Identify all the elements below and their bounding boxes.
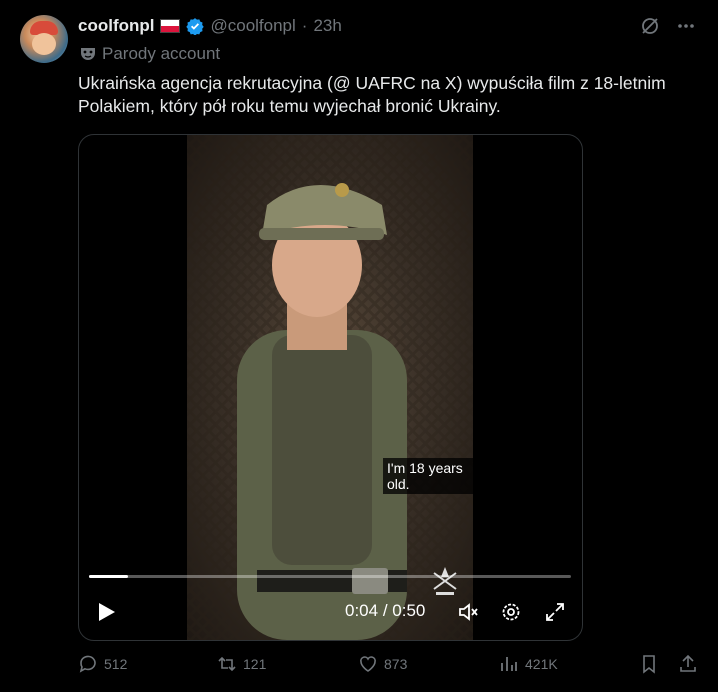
heart-icon [360, 656, 376, 672]
video-player[interactable]: I'm 18 years old. 0:04 / 0:50 [78, 134, 583, 641]
post-text: Ukraińska agencja rekrutacyjna (@ UAFRC … [78, 73, 666, 116]
more-options-icon[interactable] [676, 16, 696, 36]
separator-dot: · [301, 16, 308, 35]
reply-count: 512 [104, 656, 128, 672]
repost-button[interactable]: 121 [217, 654, 266, 674]
parody-label: Parody account [80, 44, 220, 64]
post-time[interactable]: 23h [313, 16, 341, 36]
verified-badge-icon [186, 18, 205, 35]
reply-button[interactable]: 512 [78, 654, 127, 674]
parody-label-text: Parody account [102, 44, 221, 63]
time-separator: / [378, 601, 393, 620]
views-button[interactable]: 421K [499, 654, 558, 674]
video-timecode: 0:04 / 0:50 [345, 601, 425, 621]
video-subtitle: I'm 18 years old. [383, 458, 473, 494]
grok-icon[interactable] [640, 16, 660, 36]
recruitment-emblem-icon [433, 567, 457, 595]
video-progress-bar[interactable] [89, 575, 571, 578]
like-button[interactable]: 873 [358, 654, 407, 674]
avatar[interactable] [20, 15, 68, 63]
repost-icon [218, 656, 236, 672]
mask-icon [81, 48, 95, 60]
post-header: coolfonpl @coolfonpl · 23h [78, 16, 342, 36]
soldier-figure [237, 183, 407, 640]
post-actions: 512 121 873 421K [78, 654, 700, 678]
view-count: 421K [525, 656, 558, 672]
current-time: 0:04 [345, 601, 379, 620]
poland-flag-icon [160, 19, 181, 33]
author-name[interactable]: coolfonpl [78, 16, 154, 36]
bookmark-button[interactable] [639, 654, 659, 674]
bookmark-icon [643, 655, 655, 674]
mute-icon[interactable] [457, 601, 479, 623]
author-handle[interactable]: @coolfonpl [210, 16, 295, 36]
share-button[interactable] [678, 654, 698, 674]
video-duration: 0:50 [392, 601, 426, 620]
fullscreen-icon[interactable] [544, 601, 566, 623]
views-chart-icon [501, 657, 517, 671]
repost-count: 121 [243, 656, 267, 672]
play-icon[interactable] [95, 601, 117, 623]
reply-icon [79, 655, 96, 673]
like-count: 873 [384, 656, 408, 672]
share-icon [680, 654, 696, 672]
settings-gear-icon[interactable] [500, 601, 522, 623]
